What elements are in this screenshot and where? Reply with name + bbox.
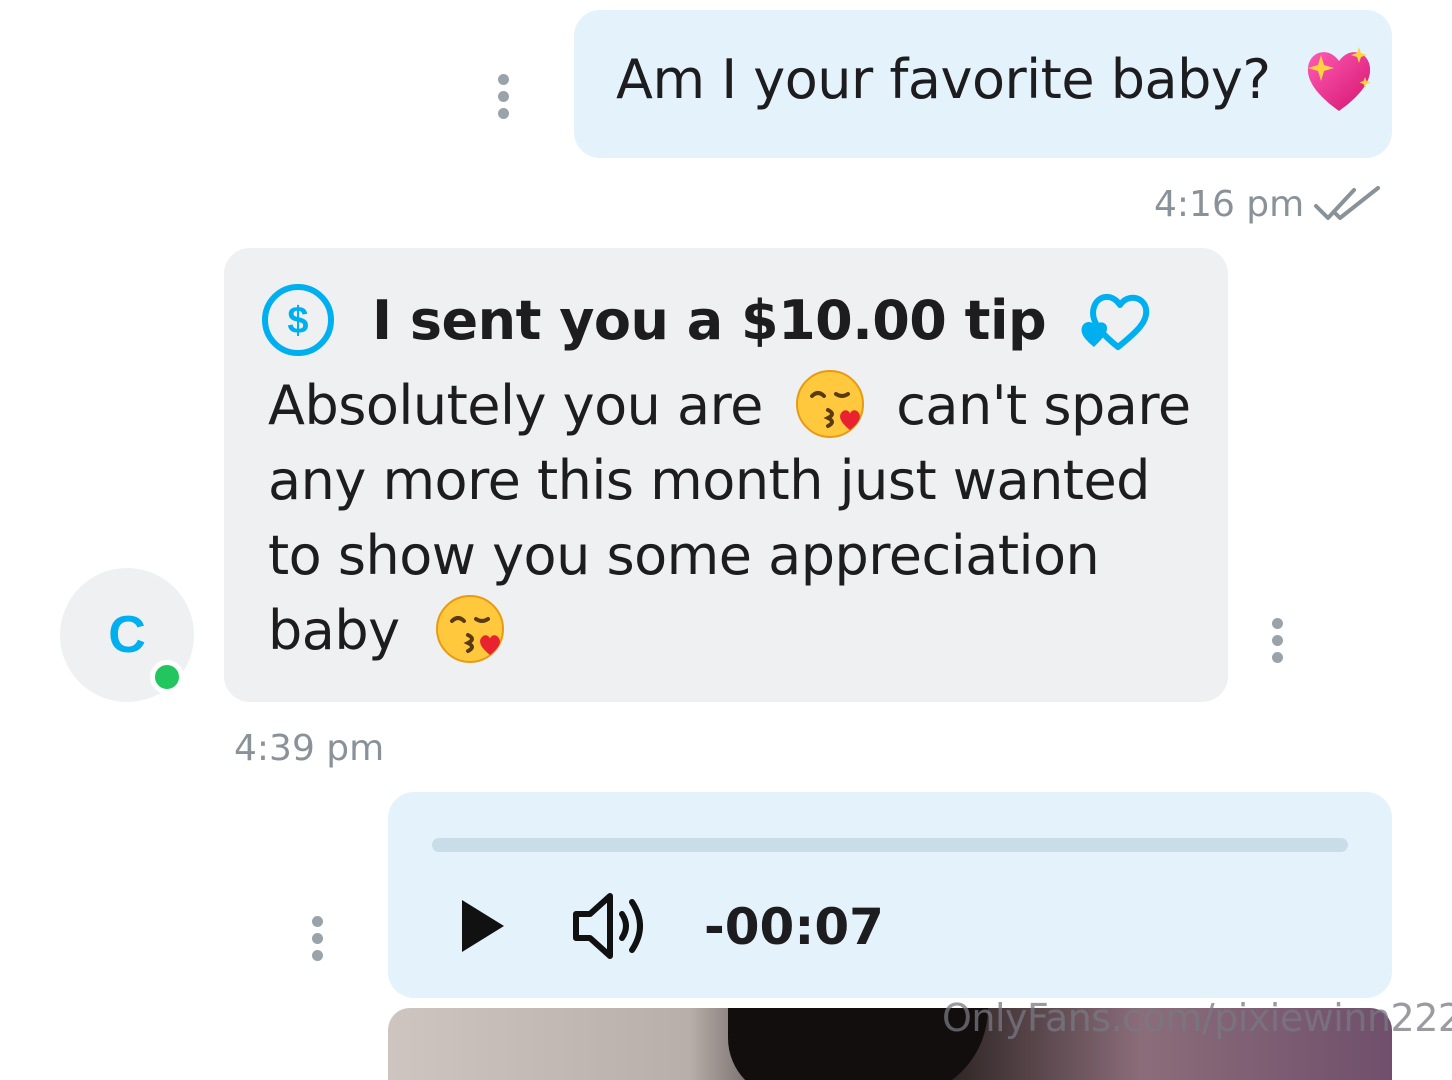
message-line: Absolutely you are can't spare (268, 368, 1191, 443)
sparkling-heart-icon (1308, 47, 1371, 112)
svg-text:$: $ (287, 300, 308, 342)
play-icon[interactable] (458, 898, 506, 954)
watermark: OnlyFans.com/pixiewinn222 (942, 996, 1452, 1040)
message-text: can't spare (896, 374, 1191, 437)
volume-icon[interactable] (570, 888, 650, 964)
audio-message-bubble (388, 792, 1392, 998)
message-timestamp: 4:39 pm (234, 728, 385, 769)
dollar-circle-icon: $ (262, 284, 334, 356)
two-hearts-icon (1081, 294, 1150, 350)
message-line: any more this month just wanted (268, 449, 1150, 512)
chat-screen: Am I your favorite baby? 4:16 pm $ I sen… (0, 0, 1452, 1080)
face-blowing-kiss-icon (436, 595, 505, 664)
tip-notice: $ I sent you a $10.00 tip (260, 282, 1158, 358)
double-check-icon (1314, 186, 1380, 220)
audio-remaining-time: -00:07 (704, 898, 884, 956)
avatar-letter: C (108, 606, 146, 664)
message-timestamp: 4:16 pm (1154, 184, 1305, 225)
message-options-button[interactable] (496, 74, 510, 119)
message-text: baby (268, 599, 400, 662)
message-line: baby (268, 593, 1191, 668)
face-blowing-kiss-icon (795, 370, 864, 439)
message-text: Absolutely you are (268, 374, 763, 437)
message-options-button[interactable] (1270, 618, 1284, 663)
online-status-dot (150, 660, 184, 694)
message-line: to show you some appreciation (268, 524, 1100, 587)
message-text: Am I your favorite baby? (616, 48, 1271, 111)
tip-text: I sent you a $10.00 tip (372, 288, 1047, 352)
audio-progress-bar[interactable] (432, 838, 1348, 852)
message-options-button[interactable] (310, 916, 324, 961)
outgoing-message-text: Am I your favorite baby? (616, 47, 1387, 117)
incoming-message-text: Absolutely you are can't spare any more … (268, 368, 1191, 668)
